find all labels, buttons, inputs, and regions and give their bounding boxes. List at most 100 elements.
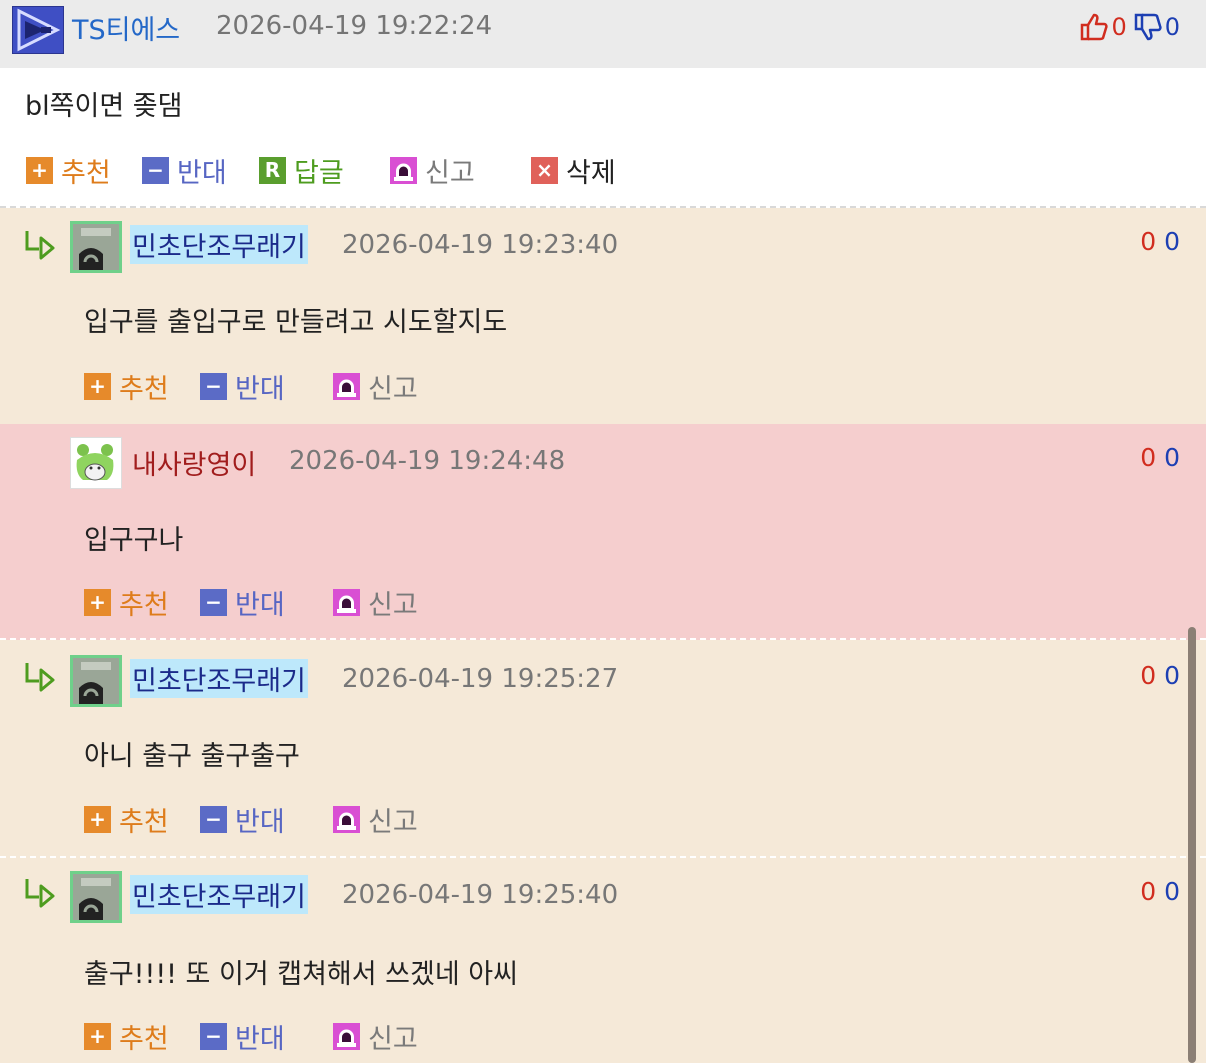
- upvote-count[interactable]: 0: [1140, 227, 1156, 256]
- recommend-label: 추천: [119, 589, 169, 621]
- delete-button[interactable]: × 삭제: [531, 150, 616, 190]
- report-label: 신고: [368, 589, 418, 621]
- oppose-button[interactable]: − 반대: [200, 799, 285, 839]
- oppose-label: 반대: [235, 373, 285, 405]
- report-button[interactable]: 신고: [390, 150, 475, 190]
- scrollbar[interactable]: [1188, 627, 1196, 1063]
- reply-item: 민초단조무래기 2026-04-19 19:23:40 00 입구를 출입구로 …: [0, 208, 1206, 424]
- recommend-label: 추천: [119, 373, 169, 405]
- recommend-button[interactable]: + 추천: [84, 799, 169, 839]
- oppose-label: 반대: [235, 806, 285, 838]
- main-comment-body: bl쪽이면 좆댐 + 추천 − 반대 R 답글 신고 × 삭제: [0, 68, 1206, 208]
- reply-arrow-icon: [25, 231, 55, 260]
- avatar[interactable]: [12, 6, 64, 54]
- vote-counts: 00: [1140, 661, 1180, 690]
- oppose-label: 반대: [235, 589, 285, 621]
- downvote-count[interactable]: 0: [1164, 877, 1180, 906]
- upvote-count: 0: [1111, 13, 1127, 41]
- minus-icon: −: [200, 805, 227, 833]
- report-button[interactable]: 신고: [333, 582, 418, 622]
- comment-timestamp: 2026-04-19 19:23:40: [342, 230, 619, 260]
- comment-text: 입구를 출입구로 만들려고 시도할지도: [84, 307, 508, 338]
- avatar[interactable]: [70, 655, 122, 707]
- comment-actions: + 추천 − 반대 신고: [0, 799, 1206, 839]
- minus-icon: −: [200, 1022, 227, 1050]
- reply-arrow-icon: [25, 663, 55, 692]
- report-label: 신고: [425, 157, 475, 189]
- downvote-count[interactable]: 0: [1164, 227, 1180, 256]
- minus-icon: −: [200, 372, 227, 400]
- delete-label: 삭제: [566, 157, 616, 189]
- author-name[interactable]: 민초단조무래기: [130, 875, 308, 914]
- reply-item: 민초단조무래기 2026-04-19 19:25:27 00 아니 출구 출구출…: [0, 640, 1206, 858]
- minus-icon: −: [200, 588, 227, 616]
- plus-icon: +: [84, 1022, 111, 1050]
- author-name[interactable]: TS티에스: [72, 8, 180, 47]
- comment-timestamp: 2026-04-19 19:25:40: [342, 880, 619, 910]
- avatar[interactable]: [70, 437, 122, 489]
- oppose-label: 반대: [177, 157, 227, 189]
- recommend-label: 추천: [61, 157, 111, 189]
- recommend-button[interactable]: + 추천: [26, 150, 111, 190]
- upvote-count[interactable]: 0: [1140, 443, 1156, 472]
- vote-counts: 0 0: [1079, 10, 1180, 44]
- reply-item: 민초단조무래기 2026-04-19 19:25:40 00 출구!!!! 또 …: [0, 858, 1206, 1063]
- report-button[interactable]: 신고: [333, 799, 418, 839]
- oppose-label: 반대: [235, 1023, 285, 1055]
- comment-actions: + 추천 − 반대 R 답글 신고 × 삭제: [0, 150, 1206, 190]
- report-button[interactable]: 신고: [333, 366, 418, 406]
- oppose-button[interactable]: − 반대: [142, 150, 227, 190]
- thumbs-down-icon[interactable]: [1133, 12, 1163, 42]
- author-name[interactable]: 내사랑영이: [130, 443, 258, 482]
- oppose-button[interactable]: − 반대: [200, 582, 285, 622]
- recommend-label: 추천: [119, 806, 169, 838]
- recommend-button[interactable]: + 추천: [84, 366, 169, 406]
- comment-timestamp: 2026-04-19 19:22:24: [216, 11, 493, 41]
- avatar[interactable]: [70, 221, 122, 273]
- siren-icon: [333, 1022, 360, 1050]
- comment-text: 입구구나: [84, 525, 184, 556]
- comment-actions: + 추천 − 반대 신고: [0, 1016, 1206, 1056]
- author-name[interactable]: 민초단조무래기: [130, 225, 308, 264]
- minus-icon: −: [142, 156, 169, 184]
- reply-r-icon: R: [259, 156, 286, 184]
- recommend-label: 추천: [119, 1023, 169, 1055]
- report-label: 신고: [368, 373, 418, 405]
- reply-arrow-icon: [25, 879, 55, 908]
- report-label: 신고: [368, 1023, 418, 1055]
- reply-label: 답글: [294, 157, 344, 189]
- vote-counts: 00: [1140, 877, 1180, 906]
- close-icon: ×: [531, 156, 558, 184]
- report-label: 신고: [368, 806, 418, 838]
- downvote-count: 0: [1164, 13, 1180, 41]
- upvote-count[interactable]: 0: [1140, 661, 1156, 690]
- comment-actions: + 추천 − 반대 신고: [0, 582, 1206, 622]
- thumbs-up-icon[interactable]: [1079, 12, 1109, 42]
- siren-icon: [333, 372, 360, 400]
- vote-counts: 00: [1140, 227, 1180, 256]
- report-button[interactable]: 신고: [333, 1016, 418, 1056]
- siren-icon: [333, 805, 360, 833]
- recommend-button[interactable]: + 추천: [84, 582, 169, 622]
- reply-button[interactable]: R 답글: [259, 150, 344, 190]
- comment-text: 아니 출구 출구출구: [84, 741, 300, 772]
- recommend-button[interactable]: + 추천: [84, 1016, 169, 1056]
- author-name[interactable]: 민초단조무래기: [130, 659, 308, 698]
- plus-icon: +: [84, 805, 111, 833]
- oppose-button[interactable]: − 반대: [200, 1016, 285, 1056]
- plus-icon: +: [26, 156, 53, 184]
- oppose-button[interactable]: − 반대: [200, 366, 285, 406]
- siren-icon: [333, 588, 360, 616]
- avatar[interactable]: [70, 871, 122, 923]
- siren-icon: [390, 156, 417, 184]
- downvote-count[interactable]: 0: [1164, 661, 1180, 690]
- comment-text: 출구!!!! 또 이거 캡쳐해서 쓰겠네 아씨: [84, 959, 518, 990]
- comment-timestamp: 2026-04-19 19:25:27: [342, 664, 619, 694]
- plus-icon: +: [84, 372, 111, 400]
- reply-item-highlighted: 내사랑영이 2026-04-19 19:24:48 00 입구구나 + 추천 −…: [0, 424, 1206, 640]
- vote-counts: 00: [1140, 443, 1180, 472]
- comment-actions: + 추천 − 반대 신고: [0, 366, 1206, 406]
- downvote-count[interactable]: 0: [1164, 443, 1180, 472]
- upvote-count[interactable]: 0: [1140, 877, 1156, 906]
- main-comment-header: TS티에스 2026-04-19 19:22:24 0 0: [0, 0, 1206, 68]
